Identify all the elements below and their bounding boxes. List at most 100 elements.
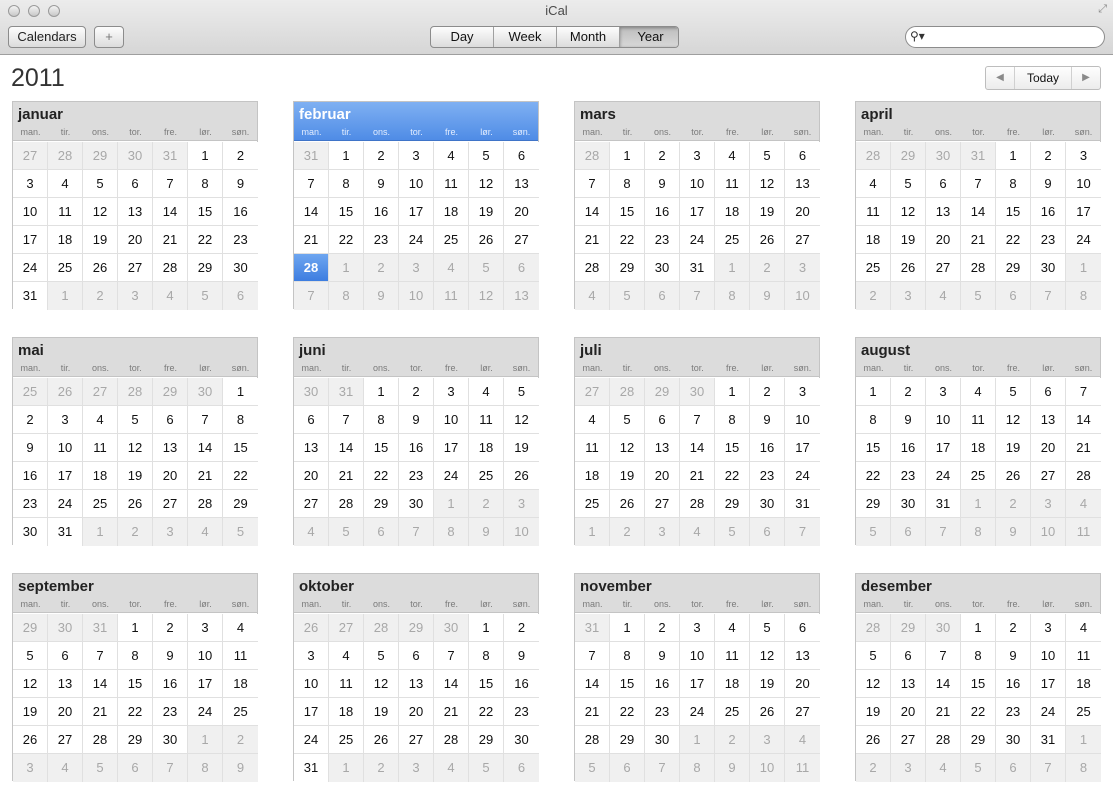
day-cell[interactable]: 13 bbox=[399, 670, 434, 698]
day-cell[interactable]: 10 bbox=[294, 670, 329, 698]
day-cell[interactable]: 11 bbox=[329, 670, 364, 698]
day-cell[interactable]: 11 bbox=[434, 170, 469, 198]
day-cell[interactable]: 17 bbox=[680, 198, 715, 226]
day-cell[interactable]: 13 bbox=[785, 170, 820, 198]
day-cell[interactable]: 13 bbox=[926, 198, 961, 226]
day-cell[interactable]: 25 bbox=[223, 698, 258, 726]
day-cell-adjacent[interactable]: 3 bbox=[504, 490, 539, 518]
day-cell[interactable]: 8 bbox=[329, 170, 364, 198]
day-cell[interactable]: 9 bbox=[223, 170, 258, 198]
day-cell-adjacent[interactable]: 1 bbox=[188, 726, 223, 754]
day-cell[interactable]: 30 bbox=[504, 726, 539, 754]
day-cell[interactable]: 7 bbox=[1066, 378, 1101, 406]
day-cell[interactable]: 1 bbox=[364, 378, 399, 406]
day-cell[interactable]: 5 bbox=[750, 142, 785, 170]
search-field[interactable]: ⚲▾ bbox=[905, 26, 1105, 48]
day-cell[interactable]: 8 bbox=[610, 642, 645, 670]
day-cell[interactable]: 24 bbox=[188, 698, 223, 726]
day-cell[interactable]: 31 bbox=[926, 490, 961, 518]
day-cell[interactable]: 27 bbox=[399, 726, 434, 754]
day-cell[interactable]: 7 bbox=[83, 642, 118, 670]
day-cell[interactable]: 9 bbox=[153, 642, 188, 670]
day-cell[interactable]: 12 bbox=[364, 670, 399, 698]
day-cell[interactable]: 28 bbox=[188, 490, 223, 518]
day-cell[interactable]: 24 bbox=[48, 490, 83, 518]
day-cell-adjacent[interactable]: 4 bbox=[926, 282, 961, 310]
day-cell[interactable]: 16 bbox=[1031, 198, 1066, 226]
day-cell-adjacent[interactable]: 2 bbox=[610, 518, 645, 546]
day-cell-adjacent[interactable]: 1 bbox=[434, 490, 469, 518]
day-cell[interactable]: 22 bbox=[715, 462, 750, 490]
day-cell[interactable]: 27 bbox=[645, 490, 680, 518]
day-cell[interactable]: 11 bbox=[223, 642, 258, 670]
day-cell-adjacent[interactable]: 3 bbox=[645, 518, 680, 546]
day-cell[interactable]: 26 bbox=[750, 698, 785, 726]
day-cell[interactable]: 18 bbox=[961, 434, 996, 462]
day-cell[interactable]: 11 bbox=[715, 642, 750, 670]
day-cell[interactable]: 17 bbox=[294, 698, 329, 726]
day-cell[interactable]: 24 bbox=[1066, 226, 1101, 254]
day-cell[interactable]: 12 bbox=[996, 406, 1031, 434]
day-cell[interactable]: 21 bbox=[961, 226, 996, 254]
day-cell[interactable]: 25 bbox=[1066, 698, 1101, 726]
day-cell[interactable]: 19 bbox=[996, 434, 1031, 462]
day-cell[interactable]: 30 bbox=[223, 254, 258, 282]
month-mars[interactable]: mars man. tir. ons. tor. fre. lør. søn. 28 1 2 3 4 5 6… bbox=[574, 101, 820, 310]
day-cell[interactable]: 29 bbox=[996, 254, 1031, 282]
day-cell[interactable]: 29 bbox=[961, 726, 996, 754]
day-cell-adjacent[interactable]: 2 bbox=[364, 754, 399, 782]
day-cell[interactable]: 29 bbox=[715, 490, 750, 518]
day-cell[interactable]: 26 bbox=[891, 254, 926, 282]
day-cell[interactable]: 26 bbox=[364, 726, 399, 754]
day-cell[interactable]: 10 bbox=[48, 434, 83, 462]
day-cell[interactable]: 22 bbox=[469, 698, 504, 726]
month-februar[interactable]: februar man. tir. ons. tor. fre. lør. søn. 31 1 2 3… bbox=[293, 101, 539, 310]
day-cell[interactable]: 29 bbox=[223, 490, 258, 518]
day-cell-adjacent[interactable]: 4 bbox=[153, 282, 188, 310]
month-header[interactable]: oktober man. tir. ons. tor. fre. lør. søn. bbox=[294, 574, 538, 613]
day-cell[interactable]: 29 bbox=[610, 254, 645, 282]
day-cell-adjacent[interactable]: 11 bbox=[785, 754, 820, 782]
day-cell[interactable]: 2 bbox=[996, 614, 1031, 642]
day-cell[interactable]: 12 bbox=[856, 670, 891, 698]
day-cell[interactable]: 21 bbox=[83, 698, 118, 726]
day-cell[interactable]: 19 bbox=[13, 698, 48, 726]
day-cell-adjacent[interactable]: 9 bbox=[996, 518, 1031, 546]
day-cell[interactable]: 10 bbox=[680, 170, 715, 198]
day-cell[interactable]: 4 bbox=[715, 142, 750, 170]
day-cell-adjacent[interactable]: 6 bbox=[610, 754, 645, 782]
day-cell[interactable]: 21 bbox=[434, 698, 469, 726]
day-cell[interactable]: 6 bbox=[504, 142, 539, 170]
month-oktober[interactable]: oktober man. tir. ons. tor. fre. lør. søn. 26 27 2… bbox=[293, 573, 539, 782]
day-cell[interactable]: 24 bbox=[13, 254, 48, 282]
day-cell-adjacent[interactable]: 1 bbox=[575, 518, 610, 546]
day-cell[interactable]: 7 bbox=[926, 642, 961, 670]
day-cell[interactable]: 6 bbox=[153, 406, 188, 434]
day-cell[interactable]: 23 bbox=[364, 226, 399, 254]
day-cell[interactable]: 3 bbox=[294, 642, 329, 670]
day-cell[interactable]: 13 bbox=[891, 670, 926, 698]
day-cell[interactable]: 4 bbox=[1066, 614, 1101, 642]
day-cell-adjacent[interactable]: 4 bbox=[434, 254, 469, 282]
day-cell[interactable]: 9 bbox=[996, 642, 1031, 670]
day-cell-adjacent[interactable]: 1 bbox=[680, 726, 715, 754]
day-cell[interactable]: 17 bbox=[1066, 198, 1101, 226]
day-cell[interactable]: 19 bbox=[750, 198, 785, 226]
day-cell[interactable]: 23 bbox=[399, 462, 434, 490]
day-cell[interactable]: 3 bbox=[1031, 614, 1066, 642]
day-cell[interactable]: 29 bbox=[856, 490, 891, 518]
day-cell[interactable]: 12 bbox=[469, 170, 504, 198]
day-cell[interactable]: 30 bbox=[645, 726, 680, 754]
day-cell[interactable]: 18 bbox=[715, 198, 750, 226]
day-cell[interactable]: 19 bbox=[469, 198, 504, 226]
day-cell[interactable]: 27 bbox=[48, 726, 83, 754]
day-cell-adjacent[interactable]: 3 bbox=[785, 254, 820, 282]
day-cell[interactable]: 18 bbox=[856, 226, 891, 254]
day-cell[interactable]: 16 bbox=[996, 670, 1031, 698]
day-cell[interactable]: 15 bbox=[118, 670, 153, 698]
day-cell-adjacent[interactable]: 30 bbox=[926, 142, 961, 170]
day-cell-adjacent[interactable]: 6 bbox=[504, 754, 539, 782]
day-cell[interactable]: 16 bbox=[750, 434, 785, 462]
day-cell[interactable]: 18 bbox=[223, 670, 258, 698]
day-cell[interactable]: 3 bbox=[926, 378, 961, 406]
